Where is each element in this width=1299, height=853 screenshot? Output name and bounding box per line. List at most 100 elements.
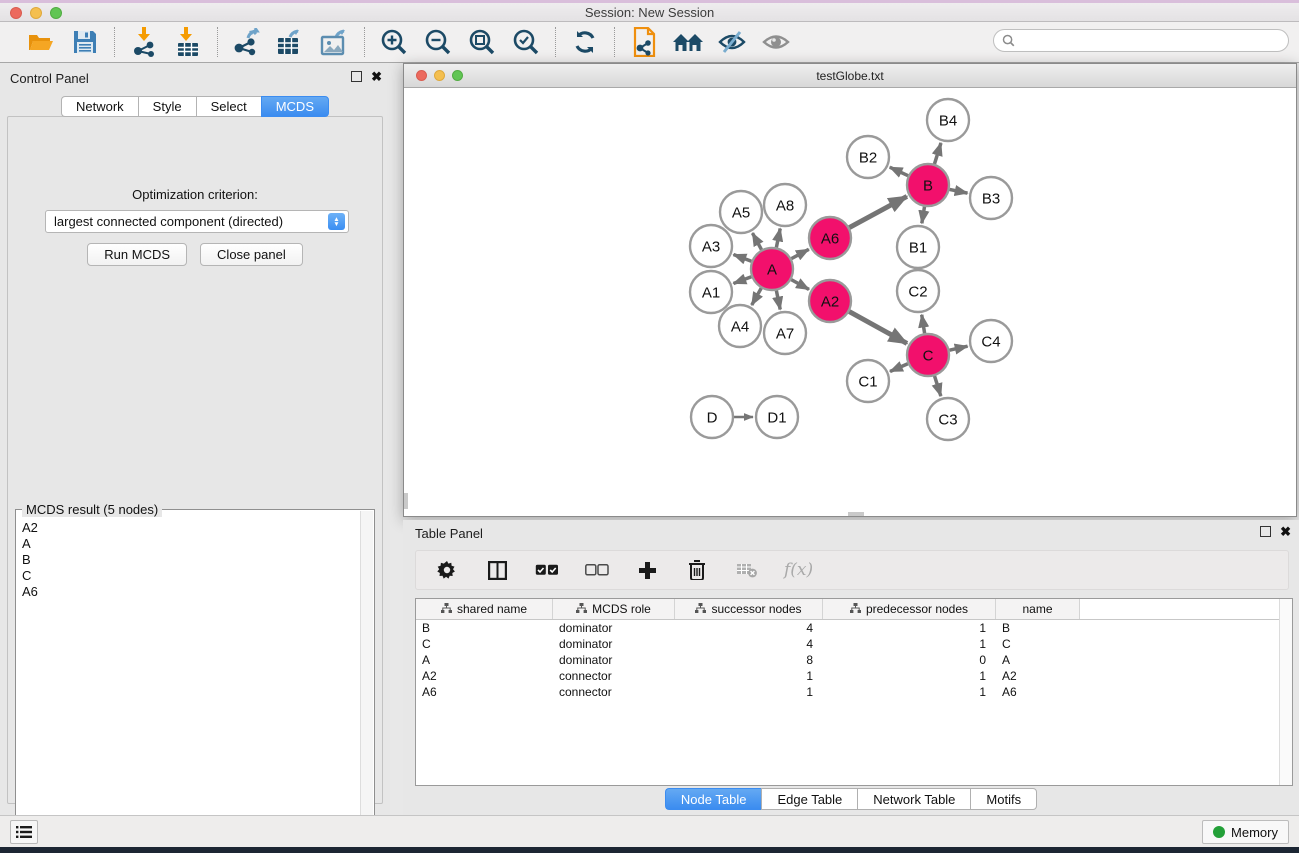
run-mcds-button[interactable]: Run MCDS — [87, 243, 187, 266]
import-network-icon[interactable] — [127, 26, 161, 58]
cell-name[interactable]: A2 — [996, 668, 1080, 684]
delete-icon[interactable] — [684, 557, 710, 583]
edge-C-C4[interactable] — [949, 346, 967, 350]
column-header-name[interactable]: name — [996, 599, 1080, 619]
save-session-icon[interactable] — [68, 26, 102, 58]
cell-MCDS-role[interactable]: connector — [553, 668, 675, 684]
cell-name[interactable]: A6 — [996, 684, 1080, 700]
edge-A-A2[interactable] — [791, 280, 809, 290]
tab-edge-table[interactable]: Edge Table — [761, 788, 857, 810]
edge-A-A4[interactable] — [752, 288, 761, 305]
split-columns-icon[interactable] — [484, 557, 510, 583]
result-list-item[interactable]: B — [18, 552, 359, 568]
export-table-icon[interactable] — [274, 26, 308, 58]
tab-select[interactable]: Select — [196, 96, 261, 117]
network-canvas[interactable]: B4B2BB3A5A8A6A3B1AA1C2A2A4A7C4CC1C3DD1 — [404, 88, 1296, 516]
cell-predecessor-nodes[interactable]: 1 — [823, 636, 996, 652]
hide-selected-icon[interactable] — [715, 26, 749, 58]
cell-successor-nodes[interactable]: 1 — [675, 684, 823, 700]
edge-A-A3[interactable] — [733, 254, 751, 261]
cell-name[interactable]: A — [996, 652, 1080, 668]
home-icon[interactable] — [671, 26, 705, 58]
gear-icon[interactable] — [434, 557, 460, 583]
cell-name[interactable]: B — [996, 620, 1080, 636]
cell-MCDS-role[interactable]: dominator — [553, 636, 675, 652]
zoom-out-icon[interactable] — [421, 26, 455, 58]
refresh-layout-icon[interactable] — [568, 26, 602, 58]
table-row[interactable]: Cdominator41C — [416, 636, 1292, 652]
edge-A6-B[interactable] — [849, 196, 907, 227]
result-list-item[interactable]: A2 — [18, 520, 359, 536]
table-row[interactable]: Bdominator41B — [416, 620, 1292, 636]
table-row[interactable]: Adominator80A — [416, 652, 1292, 668]
cell-shared-name[interactable]: A — [416, 652, 553, 668]
search-field[interactable] — [993, 29, 1289, 52]
column-header-MCDS-role[interactable]: MCDS role — [553, 599, 675, 619]
search-input[interactable] — [1015, 34, 1265, 48]
zoom-fit-icon[interactable] — [465, 26, 499, 58]
float-panel-icon[interactable] — [351, 71, 362, 82]
table-row[interactable]: A2connector11A2 — [416, 668, 1292, 684]
network-horizontal-scroll-thumb[interactable] — [848, 512, 864, 516]
export-image-icon[interactable] — [318, 26, 352, 58]
tab-node-table[interactable]: Node Table — [665, 788, 762, 810]
tab-network-table[interactable]: Network Table — [857, 788, 970, 810]
column-header-successor-nodes[interactable]: successor nodes — [675, 599, 823, 619]
edge-B-B1[interactable] — [922, 207, 925, 224]
cell-predecessor-nodes[interactable]: 1 — [823, 620, 996, 636]
delete-table-icon[interactable] — [734, 557, 760, 583]
clear-checkboxes-icon[interactable] — [584, 557, 610, 583]
edge-B-B2[interactable] — [890, 167, 908, 176]
edge-A-A7[interactable] — [776, 291, 780, 310]
open-file-icon[interactable] — [24, 26, 58, 58]
node-table-scrollbar[interactable] — [1279, 599, 1292, 785]
import-table-icon[interactable] — [171, 26, 205, 58]
cell-MCDS-role[interactable]: dominator — [553, 652, 675, 668]
float-table-panel-icon[interactable] — [1260, 526, 1271, 537]
cell-predecessor-nodes[interactable]: 1 — [823, 668, 996, 684]
table-row[interactable]: A6connector11A6 — [416, 684, 1292, 700]
tab-mcds[interactable]: MCDS — [261, 96, 329, 117]
edge-C-C2[interactable] — [922, 315, 925, 334]
cell-successor-nodes[interactable]: 8 — [675, 652, 823, 668]
edge-A-A8[interactable] — [776, 229, 780, 248]
cell-MCDS-role[interactable]: dominator — [553, 620, 675, 636]
network-vertical-scroll-thumb[interactable] — [404, 493, 408, 509]
result-list-item[interactable]: A6 — [18, 584, 359, 600]
column-header-shared-name[interactable]: shared name — [416, 599, 553, 619]
add-column-icon[interactable] — [634, 557, 660, 583]
cell-successor-nodes[interactable]: 4 — [675, 620, 823, 636]
cell-MCDS-role[interactable]: connector — [553, 684, 675, 700]
close-table-panel-icon[interactable]: ✖ — [1280, 526, 1291, 537]
edge-C-C1[interactable] — [890, 364, 908, 372]
tab-motifs[interactable]: Motifs — [970, 788, 1037, 810]
cell-shared-name[interactable]: C — [416, 636, 553, 652]
cell-successor-nodes[interactable]: 4 — [675, 636, 823, 652]
select-all-checkboxes-icon[interactable] — [534, 557, 560, 583]
close-panel-button[interactable]: Close panel — [200, 243, 303, 266]
show-all-icon[interactable] — [759, 26, 793, 58]
task-history-button[interactable] — [10, 820, 38, 844]
cell-shared-name[interactable]: A6 — [416, 684, 553, 700]
cell-predecessor-nodes[interactable]: 0 — [823, 652, 996, 668]
result-list-item[interactable]: C — [18, 568, 359, 584]
edge-A-A5[interactable] — [752, 233, 761, 250]
network-file-icon[interactable] — [627, 26, 661, 58]
edge-A-A1[interactable] — [733, 277, 751, 284]
optimization-criterion-select[interactable]: largest connected component (directed) ▲… — [45, 210, 349, 233]
cell-shared-name[interactable]: B — [416, 620, 553, 636]
edge-C-C3[interactable] — [935, 376, 941, 396]
mcds-result-scrollbar[interactable] — [360, 511, 373, 852]
network-window-titlebar[interactable]: testGlobe.txt — [404, 64, 1296, 88]
result-list-item[interactable]: A — [18, 536, 359, 552]
tab-network[interactable]: Network — [61, 96, 138, 117]
cell-successor-nodes[interactable]: 1 — [675, 668, 823, 684]
zoom-in-icon[interactable] — [377, 26, 411, 58]
function-builder-icon[interactable]: f(x) — [784, 557, 813, 583]
zoom-selected-icon[interactable] — [509, 26, 543, 58]
column-header-predecessor-nodes[interactable]: predecessor nodes — [823, 599, 996, 619]
cell-name[interactable]: C — [996, 636, 1080, 652]
close-panel-icon[interactable]: ✖ — [371, 71, 382, 82]
tab-style[interactable]: Style — [138, 96, 196, 117]
edge-A-A6[interactable] — [791, 249, 808, 258]
